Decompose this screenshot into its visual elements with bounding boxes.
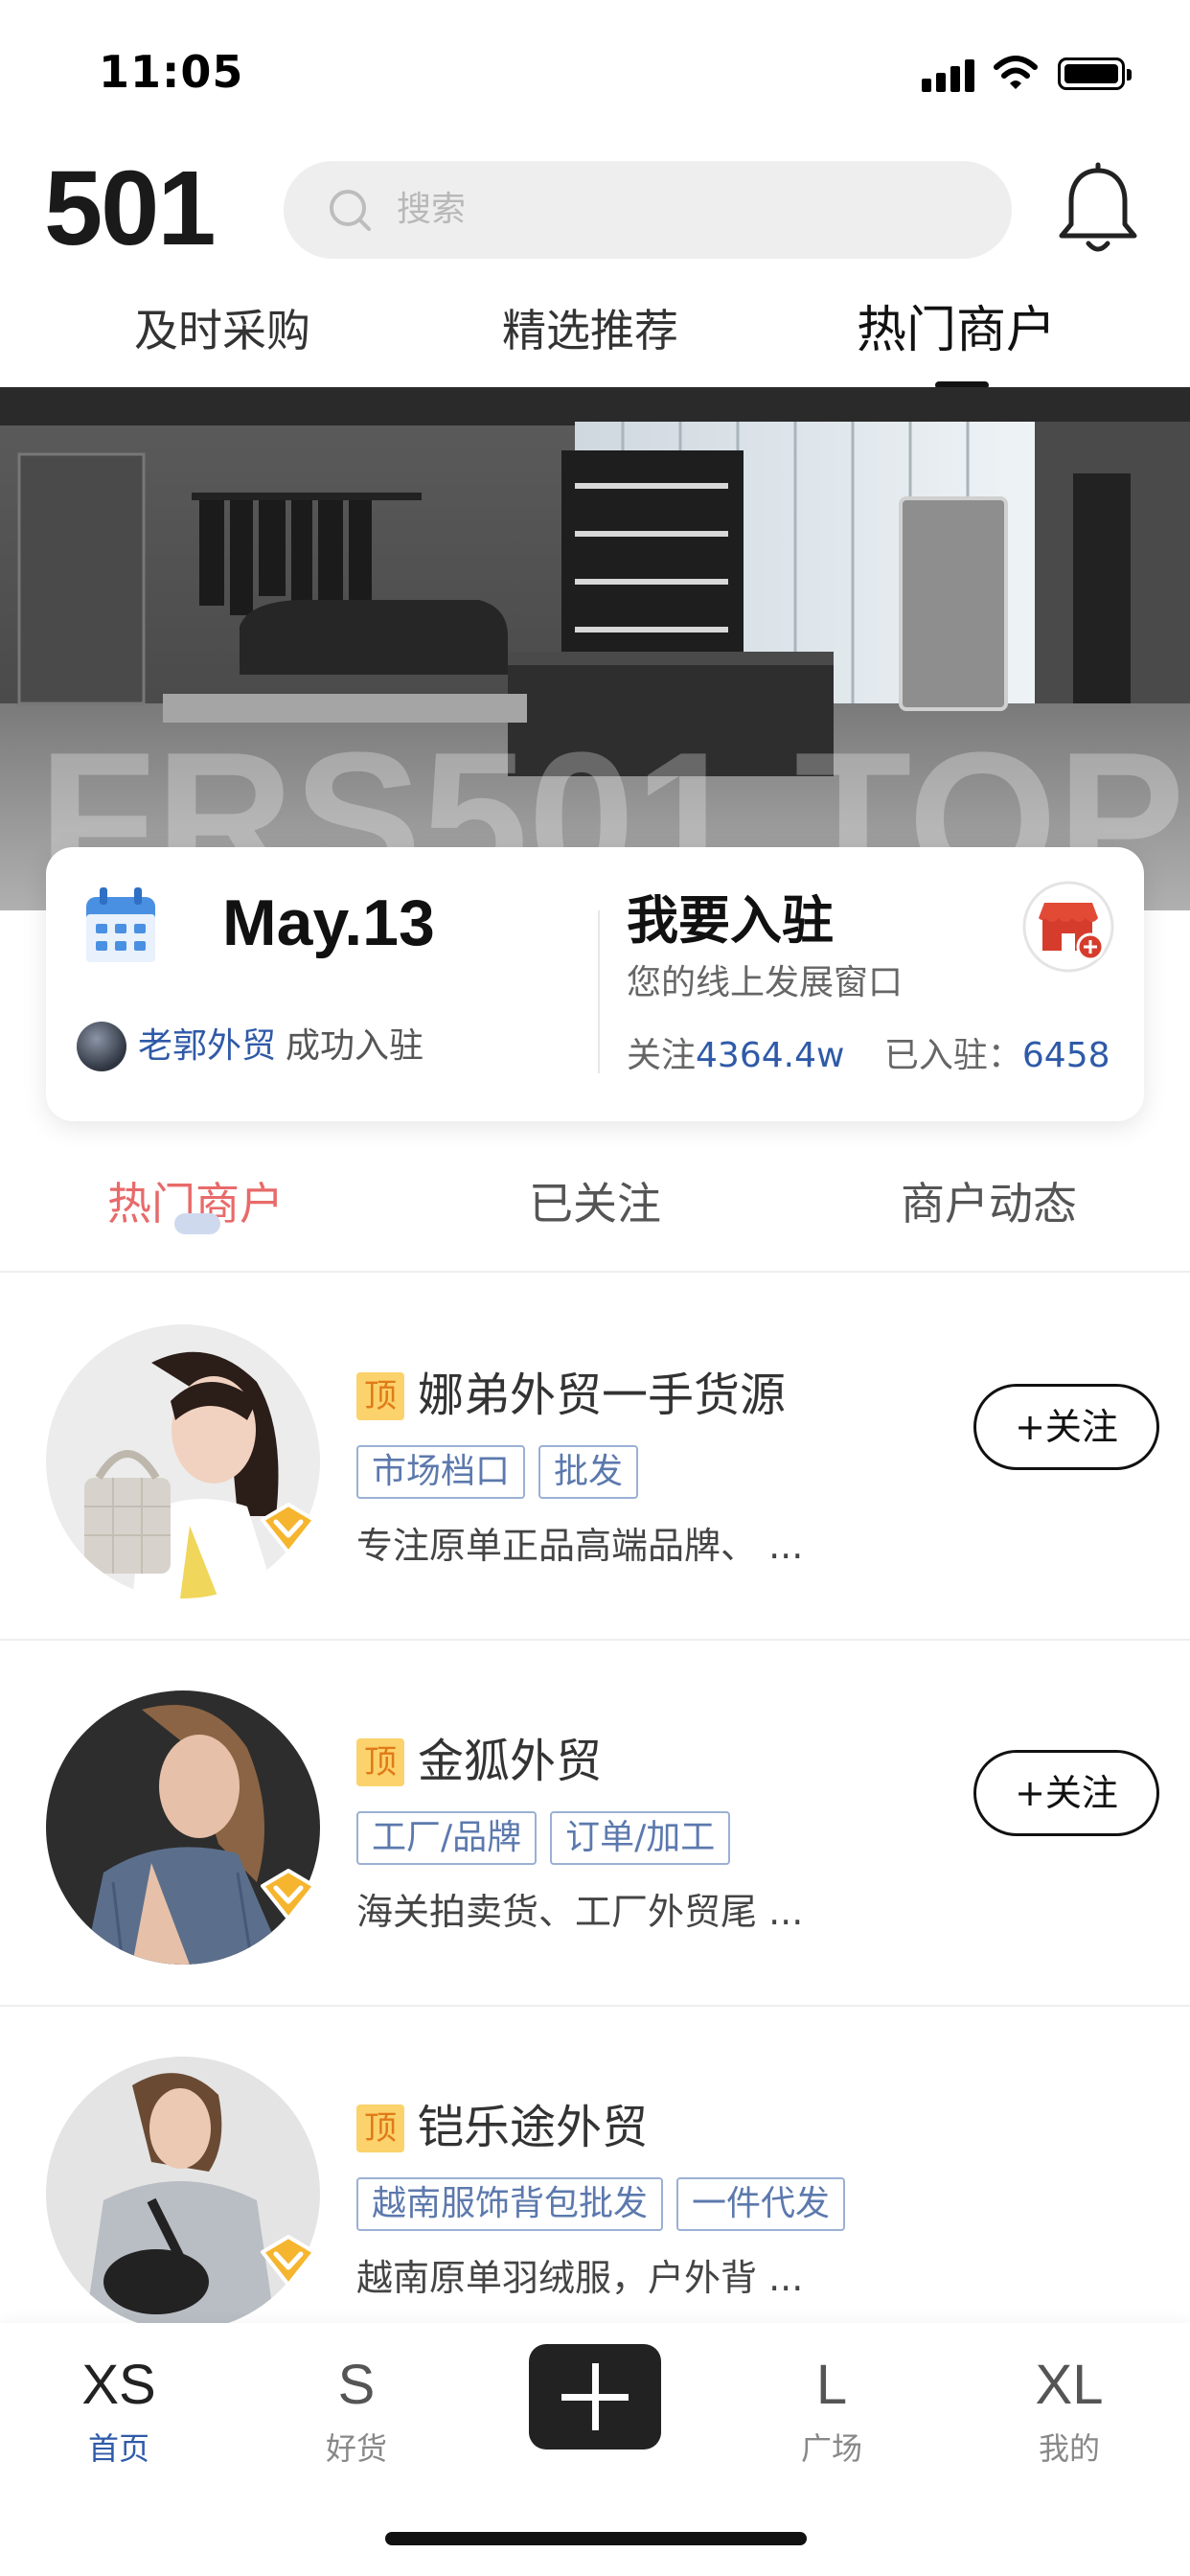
verified-badge-icon (261, 1869, 316, 1920)
nav-size-label: XL (1035, 2354, 1104, 2416)
tab-followed[interactable]: 已关注 (529, 1169, 661, 1232)
merchant-tags: 市场档口 批发 (356, 1445, 639, 1503)
top-badge: 顶 (356, 1372, 404, 1420)
search-placeholder: 搜索 (397, 190, 467, 229)
follow-button[interactable]: +关注 (973, 1384, 1159, 1470)
join-stats: 关注4364.4w 已入驻：6458 (627, 1027, 1110, 1077)
merchant-name[interactable]: 铠乐途外贸 (418, 2099, 648, 2156)
date-label: May.13 (222, 886, 435, 959)
joined-merchant-avatar (77, 1022, 126, 1071)
merchant-description: 越南原单羽绒服，户外背 ... (356, 2257, 804, 2299)
merchant-tags: 越南服饰背包批发 一件代发 (356, 2177, 846, 2235)
tab-hot-merchants[interactable]: 热门商户 (857, 297, 1056, 364)
nav-size-label: XS (81, 2354, 156, 2416)
merchant-tag: 越南服饰背包批发 (356, 2177, 664, 2231)
merchant-tag: 批发 (538, 1445, 639, 1499)
merchant-tag: 市场档口 (356, 1445, 526, 1499)
merchant-row[interactable]: 顶 铠乐途外贸 越南服饰背包批发 一件代发 越南原单羽绒服，户外背 ... (0, 2007, 1190, 2373)
cellular-signal-icon (922, 58, 975, 92)
section-tabs: 热门商户 已关注 商户动态 (0, 1129, 1190, 1273)
verified-badge-icon (261, 2235, 316, 2287)
merchant-tag: 订单/加工 (550, 1811, 731, 1865)
merchant-name[interactable]: 金狐外贸 (418, 1733, 602, 1790)
nav-plaza[interactable]: L 广场 (736, 2352, 927, 2472)
merchant-row[interactable]: 顶 娜弟外贸一手货源 市场档口 批发 专注原单正品高端品牌、 ... +关注 (0, 1275, 1190, 1641)
wifi-icon (994, 56, 1038, 89)
tab-merchant-updates[interactable]: 商户动态 (901, 1169, 1077, 1232)
home-indicator[interactable] (385, 2532, 807, 2545)
follow-button[interactable]: +关注 (973, 1750, 1159, 1836)
merchant-tag: 工厂/品牌 (356, 1811, 538, 1865)
joined-count-label: 已入驻： (883, 1036, 1022, 1075)
merchant-tag: 一件代发 (676, 2177, 846, 2231)
tab-instant-purchase[interactable]: 及时采购 (134, 297, 310, 364)
joined-merchant-name[interactable]: 老郭外贸 (138, 1026, 276, 1066)
notification-bell-icon[interactable] (1052, 161, 1144, 257)
section-tab-indicator (174, 1213, 220, 1234)
followers-label: 关注 (627, 1036, 697, 1075)
status-bar: 11:05 (0, 0, 1190, 144)
store-interior-image: FRS501 TOP (0, 387, 1190, 910)
joined-count-value: 6458 (1021, 1036, 1110, 1075)
status-time: 11:05 (99, 46, 244, 98)
merchant-avatar[interactable] (46, 2057, 320, 2331)
tab-featured[interactable]: 精选推荐 (502, 297, 678, 364)
top-badge: 顶 (356, 2104, 404, 2152)
nav-size-label: L (815, 2354, 848, 2416)
recent-join-line: 老郭外贸 成功入驻 (138, 1020, 423, 1073)
merchant-avatar[interactable] (46, 1324, 320, 1598)
nav-home[interactable]: XS 首页 (23, 2352, 215, 2472)
shop-join-icon[interactable] (1021, 880, 1115, 974)
top-tabs: 及时采购 精选推荐 热门商户 (0, 297, 1190, 383)
merchant-avatar[interactable] (46, 1690, 320, 1965)
join-info-card: May.13 老郭外贸 成功入驻 我要入驻 您的线上发展窗口 关注4364.4w … (46, 847, 1144, 1121)
nav-label: 首页 (87, 2430, 149, 2467)
merchant-tags: 工厂/品牌 订单/加工 (356, 1811, 731, 1869)
battery-icon (1058, 58, 1132, 90)
merchant-description: 专注原单正品高端品牌、 ... (356, 1525, 804, 1567)
nav-label: 我的 (1038, 2430, 1100, 2467)
card-divider (598, 910, 600, 1073)
nav-profile[interactable]: XL 我的 (973, 2352, 1165, 2472)
search-bar[interactable]: 搜索 (284, 161, 1012, 259)
search-icon (330, 190, 371, 231)
verified-badge-icon (261, 1503, 316, 1554)
nav-label: 好货 (325, 2430, 387, 2467)
app-logo: 501 (44, 150, 217, 267)
nav-label: 广场 (800, 2430, 862, 2467)
merchant-row[interactable]: 顶 金狐外贸 工厂/品牌 订单/加工 海关拍卖货、工厂外贸尾 ... +关注 (0, 1641, 1190, 2007)
add-post-button[interactable] (529, 2344, 661, 2450)
join-subtitle: 您的线上发展窗口 (627, 963, 904, 1002)
followers-value: 4364.4w (696, 1036, 845, 1075)
nav-goods[interactable]: S 好货 (261, 2352, 452, 2472)
merchant-name[interactable]: 娜弟外贸一手货源 (418, 1367, 786, 1424)
calendar-icon (86, 887, 155, 962)
top-badge: 顶 (356, 1738, 404, 1786)
merchant-description: 海关拍卖货、工厂外贸尾 ... (356, 1891, 804, 1933)
store-banner[interactable]: FRS501 TOP (0, 387, 1190, 910)
nav-size-label: S (337, 2354, 376, 2416)
joined-action-text: 成功入驻 (286, 1026, 424, 1066)
join-title[interactable]: 我要入驻 (627, 878, 834, 954)
